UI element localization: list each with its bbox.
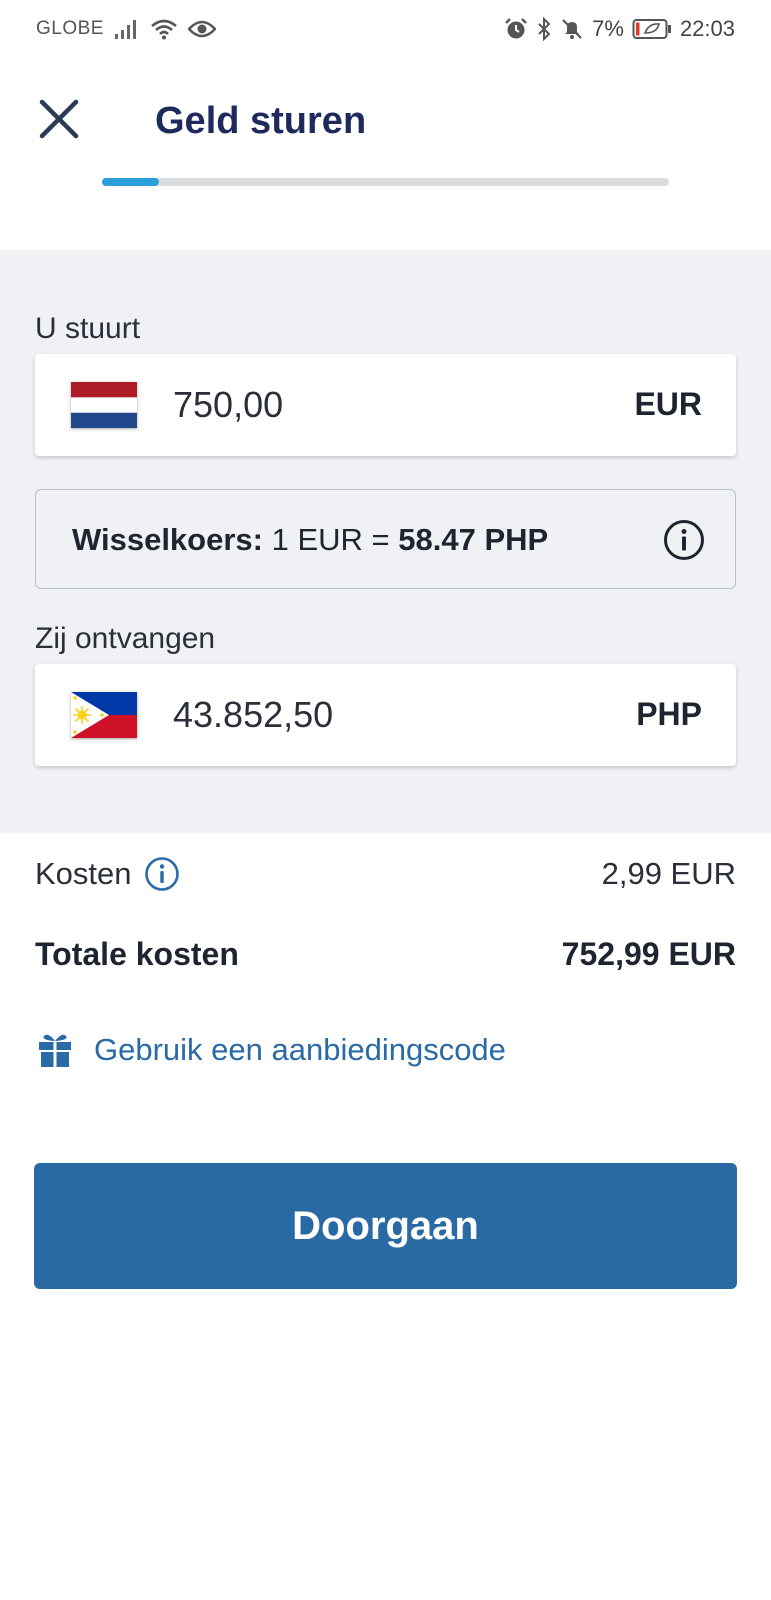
fee-info-icon[interactable] <box>144 856 180 892</box>
total-value: 752,99 EUR <box>561 936 736 972</box>
fee-label: Kosten <box>35 856 132 891</box>
rate-label: Wisselkoers: <box>72 522 263 557</box>
send-label: U stuurt <box>35 312 141 345</box>
receive-amount-input[interactable] <box>173 690 573 740</box>
status-bar-right: 7% 22:03 <box>504 16 735 42</box>
progress-bar <box>102 178 669 186</box>
battery-percent: 7% <box>592 16 624 41</box>
continue-button[interactable]: Doorgaan <box>34 1163 737 1289</box>
close-button[interactable] <box>36 96 82 142</box>
carrier-name: GLOBE <box>36 18 104 39</box>
converter-panel: U stuurt EUR Wisselkoers: 1 EUR = 58.47 … <box>0 250 771 833</box>
eye-icon <box>187 19 216 39</box>
rate-info-button[interactable] <box>663 519 705 561</box>
netherlands-flag <box>71 382 137 428</box>
gift-icon <box>39 1034 71 1067</box>
battery-icon <box>632 18 672 40</box>
exchange-rate-box: Wisselkoers: 1 EUR = 58.47 PHP <box>35 489 736 589</box>
fee-value: 2,99 EUR <box>601 856 736 891</box>
promo-code-label[interactable]: Gebruik een aanbiedingscode <box>94 1032 506 1068</box>
receive-currency[interactable]: PHP <box>636 696 702 733</box>
signal-icon <box>114 18 140 40</box>
receive-label: Zij ontvangen <box>35 622 216 655</box>
philippines-flag <box>71 692 137 738</box>
clock: 22:03 <box>679 16 735 41</box>
mute-icon <box>560 17 584 41</box>
close-icon <box>39 99 79 139</box>
page-title: Geld sturen <box>155 100 367 142</box>
status-bar-left: GLOBE <box>36 18 216 40</box>
exchange-rate-text: Wisselkoers: 1 EUR = 58.47 PHP <box>72 522 548 558</box>
wifi-icon <box>150 18 178 40</box>
rate-from: 1 EUR = <box>271 522 390 557</box>
receive-amount-card[interactable]: PHP <box>35 664 736 766</box>
send-amount-card[interactable]: EUR <box>35 354 736 456</box>
send-currency[interactable]: EUR <box>634 386 702 423</box>
fee-label-group: Kosten <box>35 856 180 892</box>
bluetooth-icon <box>536 17 552 41</box>
send-amount-input[interactable] <box>173 380 573 430</box>
progress-fill <box>102 178 159 186</box>
status-bar: GLOBE 7% 22:03 <box>0 0 771 58</box>
fee-row: Kosten 2,99 EUR <box>35 856 736 892</box>
alarm-icon <box>504 17 528 41</box>
rate-to: 58.47 PHP <box>398 522 549 557</box>
total-label: Totale kosten <box>35 936 239 972</box>
total-row: Totale kosten 752,99 EUR <box>35 936 736 973</box>
info-icon <box>664 520 704 560</box>
promo-code-link[interactable]: Gebruik een aanbiedingscode <box>38 1032 506 1068</box>
